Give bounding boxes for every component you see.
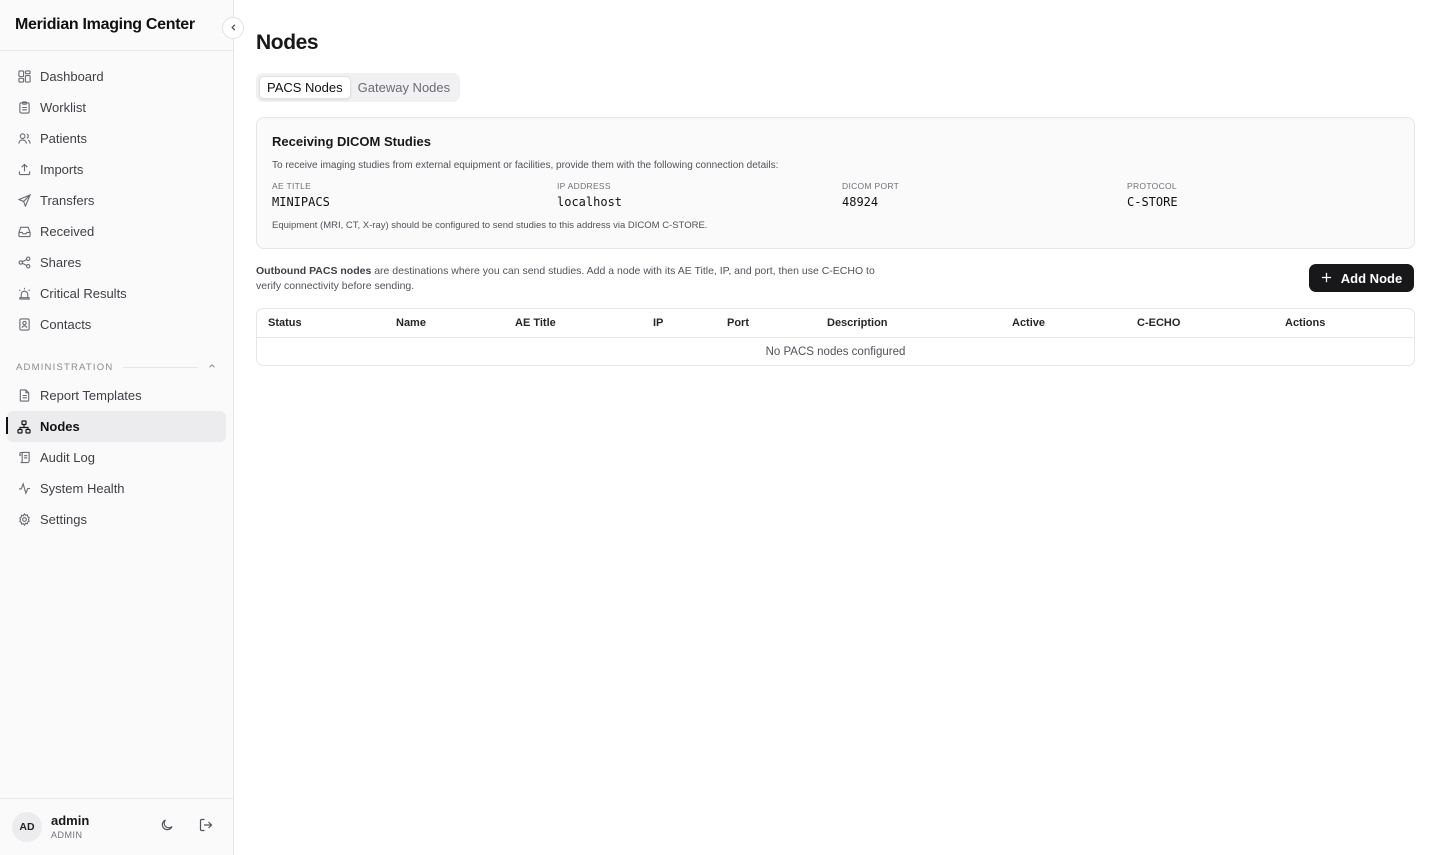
logout-icon <box>199 818 213 837</box>
plus-icon <box>1321 271 1332 286</box>
logout-button[interactable] <box>198 818 214 837</box>
sidebar-item-label: Imports <box>40 162 84 177</box>
network-icon <box>17 419 31 434</box>
protocol-field: PROTOCOL C-STORE <box>1127 181 1178 209</box>
siren-icon <box>17 287 31 301</box>
column-status: Status <box>268 317 302 329</box>
user-role: ADMIN <box>51 830 83 840</box>
table-header: Status Name AE Title IP Port Description… <box>257 309 1414 338</box>
sidebar-item-dashboard[interactable]: Dashboard <box>0 61 233 92</box>
field-label: PROTOCOL <box>1127 181 1177 191</box>
sidebar-item-critical-results[interactable]: Critical Results <box>0 278 233 309</box>
collapse-sidebar-button[interactable] <box>222 17 244 39</box>
dashboard-icon <box>17 70 31 84</box>
chevron-up-icon <box>208 362 216 373</box>
column-ae-title: AE Title <box>515 317 556 329</box>
sidebar-item-audit-log[interactable]: Audit Log <box>0 442 233 473</box>
sidebar-item-received[interactable]: Received <box>0 216 233 247</box>
node-type-tabs: PACS Nodes Gateway Nodes <box>256 73 461 102</box>
sidebar-item-label: Received <box>40 224 95 239</box>
page-title: Nodes <box>256 31 319 54</box>
sidebar-item-system-health[interactable]: System Health <box>0 473 233 504</box>
sidebar: Meridian Imaging Center Dashboard Workli… <box>0 0 234 855</box>
add-node-button[interactable]: Add Node <box>1309 264 1414 292</box>
section-heading: ADMINISTRATION <box>16 361 114 373</box>
field-value: MINIPACS <box>272 195 330 209</box>
sidebar-item-imports[interactable]: Imports <box>0 154 233 185</box>
share-icon <box>17 256 31 270</box>
field-value: C-STORE <box>1127 195 1178 209</box>
add-node-label: Add Node <box>1340 270 1403 286</box>
sidebar-item-label: Audit Log <box>40 450 95 465</box>
card-note: Equipment (MRI, CT, X-ray) should be con… <box>272 220 708 231</box>
sidebar-item-label: Patients <box>40 131 87 146</box>
column-ip: IP <box>653 317 664 329</box>
field-label: IP ADDRESS <box>557 181 611 191</box>
receiving-dicom-card: Receiving DICOM Studies To receive imagi… <box>256 117 1415 249</box>
card-description: To receive imaging studies from external… <box>272 160 779 171</box>
tab-pacs-nodes[interactable]: PACS Nodes <box>259 76 351 99</box>
scroll-icon <box>17 451 31 465</box>
sidebar-item-label: Shares <box>40 255 82 270</box>
avatar[interactable]: AD <box>12 812 42 842</box>
sidebar-item-shares[interactable]: Shares <box>0 247 233 278</box>
field-label: DICOM PORT <box>842 181 900 191</box>
sidebar-item-label: Dashboard <box>40 69 104 84</box>
outbound-label: Outbound PACS nodes <box>256 265 372 277</box>
sidebar-item-label: Settings <box>40 512 87 527</box>
sidebar-item-patients[interactable]: Patients <box>0 123 233 154</box>
column-name: Name <box>396 317 426 329</box>
section-divider <box>123 366 198 368</box>
admin-nav: Report Templates Nodes Audit Log System … <box>0 380 233 535</box>
user-name: admin <box>51 813 90 828</box>
pacs-nodes-table: Status Name AE Title IP Port Description… <box>256 308 1415 366</box>
user-panel: AD admin ADMIN <box>0 798 233 855</box>
clipboard-icon <box>17 101 31 115</box>
main-content: Nodes PACS Nodes Gateway Nodes Receiving… <box>234 0 1437 855</box>
send-icon <box>17 194 31 208</box>
dicom-port-field: DICOM PORT 48924 <box>842 181 899 209</box>
app-title: Meridian Imaging Center <box>0 0 233 51</box>
column-actions: Actions <box>1285 317 1326 329</box>
sidebar-item-label: System Health <box>40 481 125 496</box>
sidebar-item-contacts[interactable]: Contacts <box>0 309 233 340</box>
theme-toggle-button[interactable] <box>159 818 175 837</box>
sidebar-item-transfers[interactable]: Transfers <box>0 185 233 216</box>
sidebar-item-label: Transfers <box>40 193 95 208</box>
activity-icon <box>17 482 31 496</box>
inbox-icon <box>17 225 31 239</box>
column-active: Active <box>1012 317 1046 329</box>
contact-book-icon <box>17 318 31 332</box>
column-description: Description <box>827 317 888 329</box>
gear-icon <box>17 513 31 527</box>
field-label: AE TITLE <box>272 181 312 191</box>
main-nav: Dashboard Worklist Patients Imports Tran… <box>0 61 233 340</box>
sidebar-item-label: Worklist <box>40 100 86 115</box>
sidebar-item-settings[interactable]: Settings <box>0 504 233 535</box>
column-port: Port <box>727 317 749 329</box>
ae-title-field: AE TITLE MINIPACS <box>272 181 330 209</box>
users-icon <box>17 132 31 146</box>
field-value: 48924 <box>842 195 879 209</box>
tab-gateway-nodes[interactable]: Gateway Nodes <box>351 76 458 99</box>
admin-section-toggle[interactable]: ADMINISTRATION <box>16 361 216 373</box>
file-text-icon <box>17 389 31 403</box>
sidebar-item-nodes[interactable]: Nodes <box>6 411 226 442</box>
outbound-description: Outbound PACS nodes are destinations whe… <box>256 264 876 294</box>
ip-address-field: IP ADDRESS localhost <box>557 181 622 209</box>
empty-state: No PACS nodes configured <box>765 346 906 358</box>
moon-icon <box>160 818 174 837</box>
column-c-echo: C-ECHO <box>1137 317 1181 329</box>
upload-icon <box>17 163 31 177</box>
card-title: Receiving DICOM Studies <box>272 134 431 149</box>
field-value: localhost <box>557 195 623 209</box>
sidebar-item-report-templates[interactable]: Report Templates <box>0 380 233 411</box>
chevron-left-icon <box>229 19 238 37</box>
sidebar-item-worklist[interactable]: Worklist <box>0 92 233 123</box>
sidebar-item-label: Nodes <box>40 419 80 434</box>
sidebar-item-label: Critical Results <box>40 286 127 301</box>
sidebar-item-label: Contacts <box>40 317 92 332</box>
sidebar-item-label: Report Templates <box>40 388 142 403</box>
